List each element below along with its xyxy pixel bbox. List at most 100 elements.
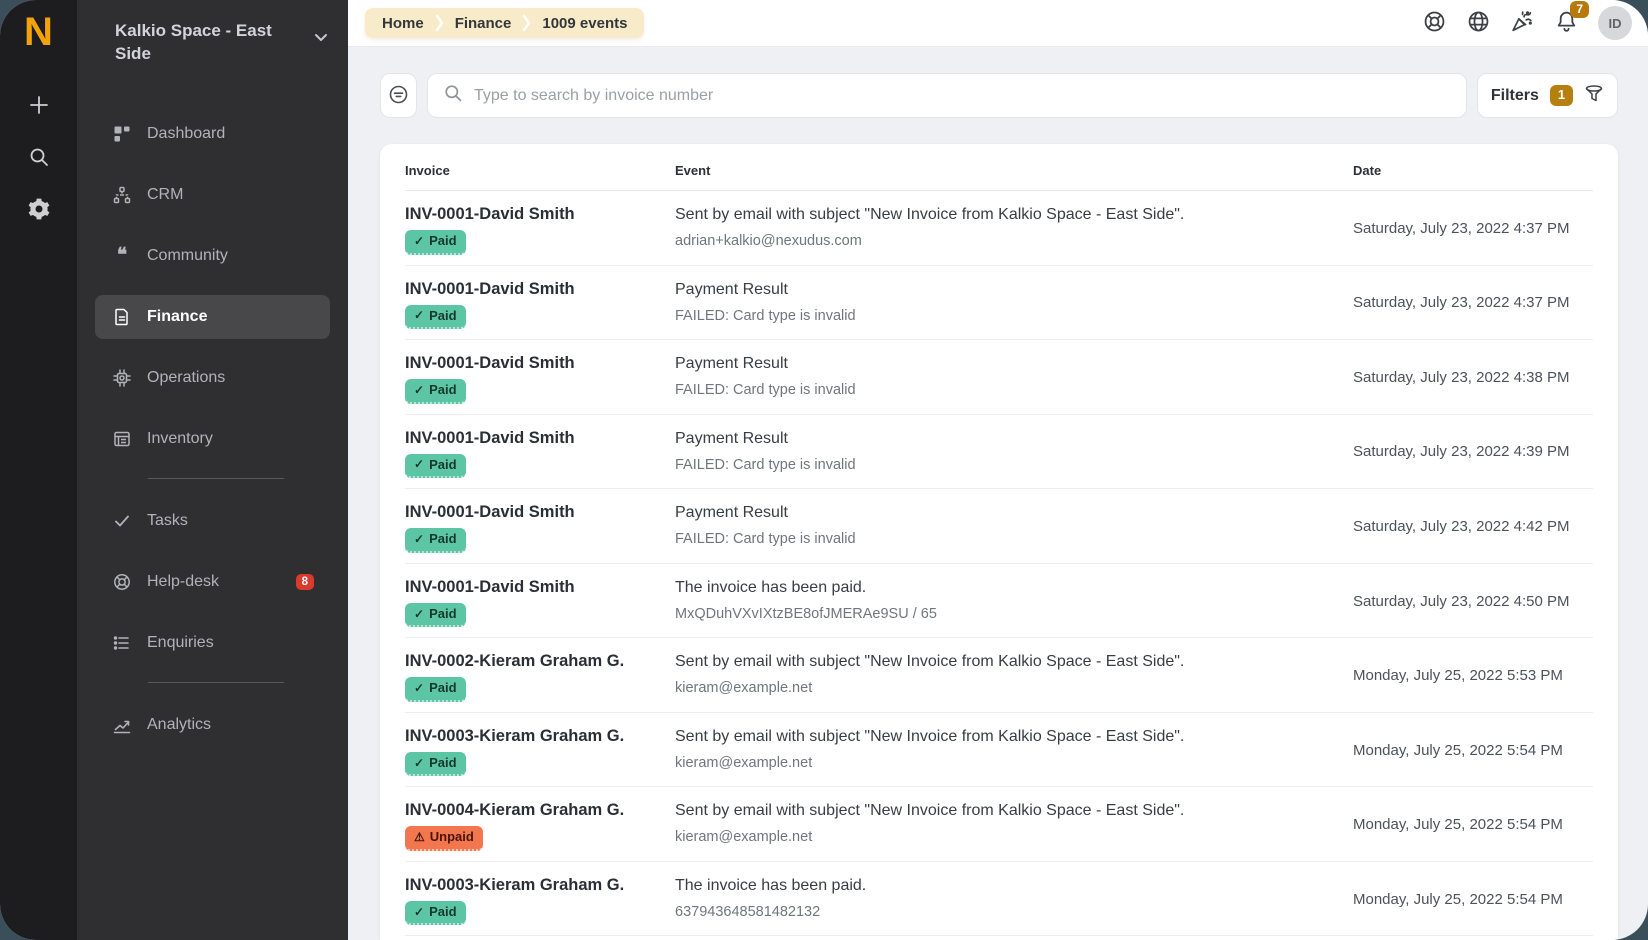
plus-icon	[27, 93, 51, 120]
nexudus-logo[interactable]: N	[24, 8, 53, 56]
add-button[interactable]	[17, 84, 61, 128]
table-row[interactable]: INV-0003-Kieram Graham G. ✓ Paid Sent by…	[405, 713, 1593, 788]
event-detail: FAILED: Card type is invalid	[675, 456, 1353, 475]
language-button[interactable]	[1466, 9, 1491, 37]
sidebar-item-operations[interactable]: Operations	[95, 356, 330, 400]
table-row[interactable]: INV-0001-David Smith ✓ Paid Payment Resu…	[405, 266, 1593, 341]
invoice-number: INV-0003-Kieram Graham G.	[405, 726, 675, 746]
table-list-icon	[111, 429, 133, 449]
invoice-number: INV-0001-David Smith	[405, 353, 675, 373]
lifebuoy-icon	[111, 572, 133, 592]
invoice-number: INV-0001-David Smith	[405, 204, 675, 224]
event-date: Saturday, July 23, 2022 4:39 PM	[1353, 443, 1593, 460]
invoice-cell: INV-0001-David Smith ✓ Paid	[405, 202, 675, 255]
status-badge[interactable]: ✓ Paid	[405, 752, 466, 777]
sidebar-item-community[interactable]: ❝ Community	[95, 234, 330, 278]
sidebar-divider	[148, 682, 284, 683]
event-detail: adrian+kalkio@nexudus.com	[675, 232, 1353, 251]
status-badge[interactable]: ✓ Paid	[405, 528, 466, 553]
event-description: Sent by email with subject "New Invoice …	[675, 651, 1353, 672]
table-row[interactable]: INV-0003-Kieram Graham G. ✓ Paid The inv…	[405, 862, 1593, 937]
filters-button[interactable]: Filters 1	[1477, 73, 1618, 118]
sidebar-item-finance[interactable]: Finance	[95, 295, 330, 339]
column-header-invoice: Invoice	[405, 163, 675, 178]
sidebar-item-enquiries[interactable]: Enquiries	[95, 621, 330, 665]
filters-label: Filters	[1491, 87, 1539, 105]
event-cell: The invoice has been paid. 6379436485814…	[675, 873, 1353, 926]
sidebar: Kalkio Space - East Side Dashboard CRM ❝ Co…	[77, 0, 348, 940]
app-window: N Kalkio Space - East Side Dashboard CRM ❝…	[0, 0, 1648, 940]
sidebar-item-label: Analytics	[147, 716, 211, 734]
rail-settings-button[interactable]	[17, 188, 61, 232]
dashboard-icon	[111, 124, 133, 144]
event-description: The invoice has been paid.	[675, 577, 1353, 598]
status-icon: ⚠	[414, 831, 425, 843]
whats-new-button[interactable]	[1510, 9, 1535, 37]
table-row[interactable]: INV-0001-David Smith ✓ Paid Payment Resu…	[405, 340, 1593, 415]
sidebar-item-label: Finance	[147, 308, 207, 326]
sidebar-item-label: Inventory	[147, 430, 213, 448]
status-badge[interactable]: ✓ Paid	[405, 677, 466, 702]
invoice-cell: INV-0004-Kieram Graham G. ⚠ Unpaid	[405, 798, 675, 851]
sidebar-item-label: Help-desk	[147, 573, 219, 591]
sidebar-item-help-desk[interactable]: Help-desk8	[95, 560, 330, 604]
sidebar-item-crm[interactable]: CRM	[95, 173, 330, 217]
breadcrumb-finance[interactable]: Finance	[444, 15, 523, 32]
event-detail: FAILED: Card type is invalid	[675, 381, 1353, 400]
bulleted-list-icon	[111, 633, 133, 653]
event-description: Sent by email with subject "New Invoice …	[675, 800, 1353, 821]
avatar[interactable]: ID	[1598, 6, 1632, 40]
table-row[interactable]: INV-0004-Kieram Graham G. ⚠ Unpaid Sent …	[405, 787, 1593, 862]
status-icon: ✓	[414, 309, 424, 321]
sidebar-item-dashboard[interactable]: Dashboard	[95, 112, 330, 156]
breadcrumb-home[interactable]: Home	[371, 15, 435, 32]
breadcrumb: Home Finance 1009 events	[365, 8, 644, 38]
toolbar: Filters 1	[380, 73, 1618, 118]
invoice-cell: INV-0001-David Smith ✓ Paid	[405, 277, 675, 330]
display-options-button[interactable]	[380, 73, 417, 118]
table-row[interactable]: INV-0001-David Smith ✓ Paid Payment Resu…	[405, 415, 1593, 490]
rail-search-button[interactable]	[17, 136, 61, 180]
table-row[interactable]: INV-0001-David Smith ✓ Paid Sent by emai…	[405, 191, 1593, 266]
invoice-number: INV-0001-David Smith	[405, 428, 675, 448]
status-badge[interactable]: ✓ Paid	[405, 901, 466, 926]
search-input[interactable]	[474, 87, 1451, 105]
sidebar-item-inventory[interactable]: Inventory	[95, 417, 330, 461]
column-header-date: Date	[1353, 163, 1593, 178]
invoice-number: INV-0001-David Smith	[405, 577, 675, 597]
status-icon: ✓	[414, 757, 424, 769]
invoice-number: INV-0001-David Smith	[405, 279, 675, 299]
status-badge[interactable]: ✓ Paid	[405, 379, 466, 404]
status-badge[interactable]: ✓ Paid	[405, 454, 466, 479]
trend-chart-icon	[111, 715, 133, 735]
sidebar-nav: Dashboard CRM ❝ Community Finance Operations I…	[95, 112, 330, 747]
sidebar-item-label: Community	[147, 247, 228, 265]
table-row[interactable]: INV-0001-David Smith ✓ Paid The invoice …	[405, 564, 1593, 639]
sidebar-item-analytics[interactable]: Analytics	[95, 703, 330, 747]
status-icon: ✓	[414, 682, 424, 694]
sidebar-item-label: Tasks	[147, 512, 188, 530]
main-area: Home Finance 1009 events	[348, 0, 1648, 940]
help-button[interactable]	[1422, 9, 1447, 37]
status-badge[interactable]: ✓ Paid	[405, 230, 466, 255]
event-cell: Sent by email with subject "New Invoice …	[675, 798, 1353, 851]
notifications-button[interactable]: 7	[1554, 9, 1579, 37]
table-row[interactable]: INV-0001-David Smith ✓ Paid Payment Resu…	[405, 489, 1593, 564]
event-description: Payment Result	[675, 279, 1353, 300]
table-row[interactable]: INV-0002-Kieram Graham G. ✓ Paid Sent by…	[405, 638, 1593, 713]
event-description: Payment Result	[675, 353, 1353, 374]
status-badge[interactable]: ⚠ Unpaid	[405, 826, 483, 851]
chevron-down-icon	[312, 28, 330, 51]
invoice-document-icon	[111, 307, 133, 327]
event-date: Saturday, July 23, 2022 4:42 PM	[1353, 518, 1593, 535]
status-icon: ✓	[414, 235, 424, 247]
status-icon: ✓	[414, 458, 424, 470]
event-detail: MxQDuhVXvIXtzBE8ofJMERAe9SU / 65	[675, 605, 1353, 624]
topbar: Home Finance 1009 events	[348, 0, 1648, 47]
sidebar-item-tasks[interactable]: Tasks	[95, 499, 330, 543]
quote-icon: ❝	[111, 246, 133, 265]
status-badge[interactable]: ✓ Paid	[405, 305, 466, 330]
workspace-switcher[interactable]: Kalkio Space - East Side	[95, 20, 330, 66]
status-badge[interactable]: ✓ Paid	[405, 603, 466, 628]
event-date: Monday, July 25, 2022 5:53 PM	[1353, 667, 1593, 684]
